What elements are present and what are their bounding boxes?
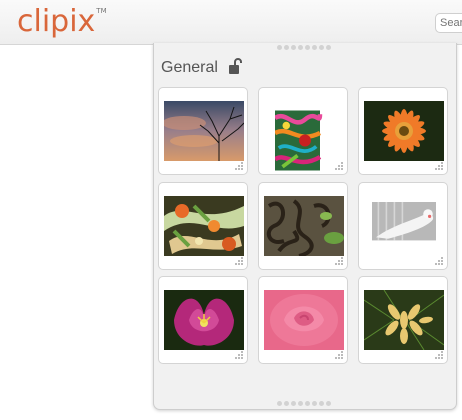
- clipix-logo[interactable]: clipixTM: [17, 4, 107, 40]
- unlock-icon[interactable]: [228, 57, 242, 75]
- clip-pine-buds: [364, 290, 444, 350]
- clip-tile[interactable]: [158, 87, 248, 175]
- panel-title: General: [161, 59, 218, 76]
- resize-handle-icon[interactable]: [435, 162, 444, 171]
- clip-orange-gerbera: [364, 101, 444, 161]
- logo-text: clipix: [17, 4, 96, 39]
- clip-vine-tendrils: [264, 196, 344, 256]
- clip-panel: General: [153, 43, 457, 410]
- clip-tile[interactable]: [258, 87, 348, 175]
- resize-handle-icon[interactable]: [235, 257, 244, 266]
- clip-salad: [164, 196, 244, 256]
- clip-tile[interactable]: [358, 87, 448, 175]
- clip-tile[interactable]: [158, 182, 248, 270]
- clip-white-bird: [372, 202, 436, 241]
- search-input[interactable]: [435, 13, 462, 33]
- clip-tile[interactable]: [158, 276, 248, 364]
- resize-handle-icon[interactable]: [435, 351, 444, 360]
- clip-sunset-tree: [164, 101, 244, 161]
- resize-handle-icon[interactable]: [335, 257, 344, 266]
- clip-pink-rose: [264, 290, 344, 350]
- resize-handle-icon[interactable]: [235, 162, 244, 171]
- panel-drag-handle[interactable]: [277, 45, 333, 51]
- logo-trademark: TM: [96, 7, 107, 15]
- resize-handle-icon[interactable]: [335, 162, 344, 171]
- clip-pink-tulip: [164, 290, 244, 350]
- resize-handle-icon[interactable]: [435, 257, 444, 266]
- clip-tile[interactable]: [358, 182, 448, 270]
- clip-ribbons: [275, 110, 323, 171]
- resize-handle-icon[interactable]: [335, 351, 344, 360]
- clip-tile[interactable]: [258, 276, 348, 364]
- clip-tile[interactable]: [358, 276, 448, 364]
- resize-handle-icon[interactable]: [235, 351, 244, 360]
- top-header: clipixTM: [0, 0, 462, 45]
- clip-tile[interactable]: [258, 182, 348, 270]
- panel-drag-handle-bottom[interactable]: [277, 401, 333, 407]
